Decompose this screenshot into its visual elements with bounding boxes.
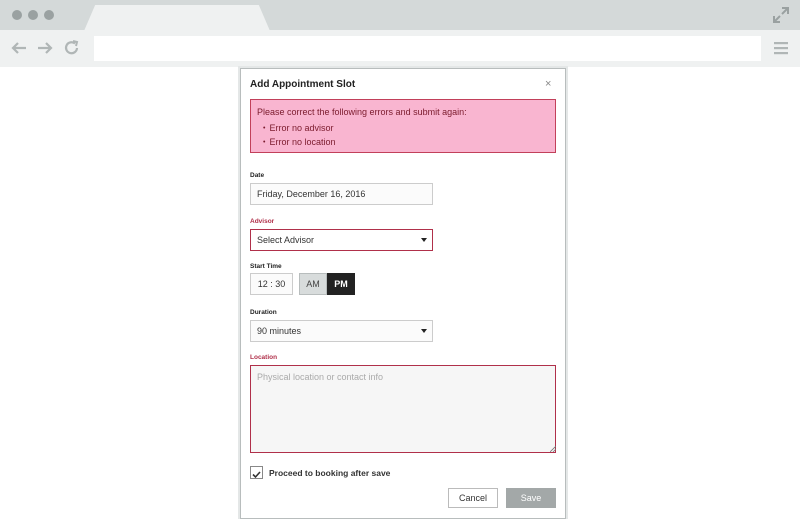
error-item: Error no location bbox=[263, 136, 549, 150]
close-icon[interactable]: × bbox=[545, 79, 551, 90]
advisor-select-value: Select Advisor bbox=[257, 235, 315, 245]
advisor-select[interactable]: Select Advisor bbox=[250, 229, 433, 251]
pm-toggle-button[interactable]: PM bbox=[327, 273, 355, 295]
forward-arrow-icon[interactable] bbox=[36, 39, 54, 57]
date-field[interactable]: Friday, December 16, 2016 bbox=[250, 183, 433, 205]
error-heading: Please correct the following errors and … bbox=[257, 107, 467, 117]
modal-title: Add Appointment Slot bbox=[250, 79, 356, 90]
duration-select[interactable]: 90 minutes bbox=[250, 320, 433, 342]
resize-grip-icon[interactable] bbox=[550, 446, 556, 452]
date-label: Date bbox=[250, 172, 265, 179]
duration-select-value: 90 minutes bbox=[257, 326, 302, 336]
proceed-checkbox[interactable] bbox=[250, 466, 263, 479]
location-textarea[interactable] bbox=[250, 365, 556, 453]
add-appointment-modal: Add Appointment Slot × Please correct th… bbox=[240, 68, 566, 519]
chevron-down-icon bbox=[421, 329, 427, 333]
am-toggle-button[interactable]: AM bbox=[299, 273, 327, 295]
chevron-down-icon bbox=[421, 238, 427, 242]
cancel-button[interactable]: Cancel bbox=[448, 488, 498, 508]
checkmark-icon bbox=[252, 471, 261, 479]
error-list: Error no advisor Error no location bbox=[257, 122, 549, 150]
error-alert: Please correct the following errors and … bbox=[250, 99, 556, 153]
hamburger-menu-icon[interactable] bbox=[773, 40, 789, 56]
back-arrow-icon[interactable] bbox=[10, 39, 28, 57]
duration-label: Duration bbox=[250, 309, 277, 316]
location-label: Location bbox=[250, 354, 278, 361]
address-bar[interactable] bbox=[94, 36, 761, 61]
window-maximize-dot[interactable] bbox=[44, 10, 54, 20]
start-time-input[interactable]: 12 : 30 bbox=[250, 273, 293, 295]
window-close-dot[interactable] bbox=[12, 10, 22, 20]
browser-tab[interactable] bbox=[84, 5, 270, 31]
advisor-label: Advisor bbox=[250, 218, 275, 225]
proceed-label: Proceed to booking after save bbox=[269, 468, 391, 478]
window-minimize-dot[interactable] bbox=[28, 10, 38, 20]
reload-icon[interactable] bbox=[63, 39, 81, 57]
expand-icon[interactable] bbox=[772, 6, 790, 24]
error-item: Error no advisor bbox=[263, 122, 549, 136]
save-button[interactable]: Save bbox=[506, 488, 556, 508]
start-time-label: Start Time bbox=[250, 263, 282, 270]
